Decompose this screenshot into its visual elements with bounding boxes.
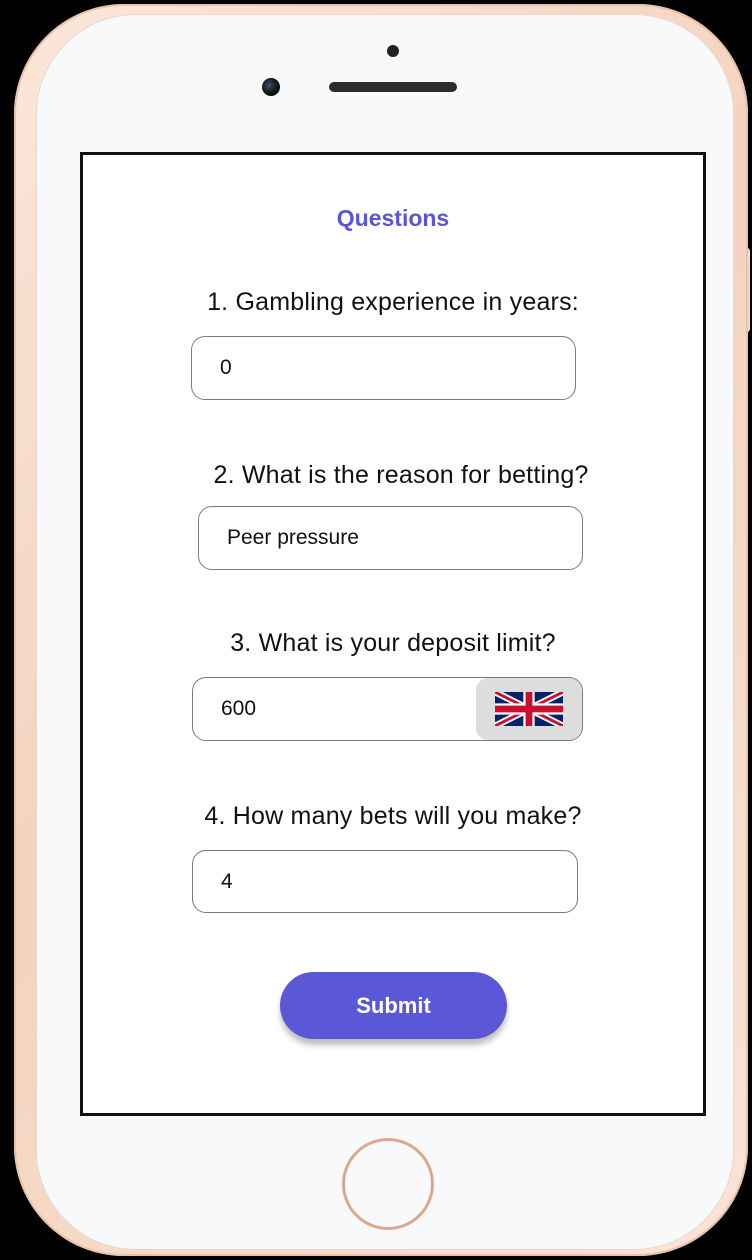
question-3-label: 3. What is your deposit limit? [230,629,556,657]
question-4-label: 4. How many bets will you make? [204,802,582,830]
experience-years-input[interactable] [191,336,576,400]
earpiece-speaker [329,82,457,92]
phone-screen: Questions 1. Gambling experience in year… [80,152,706,1116]
currency-selector-button[interactable] [476,678,582,740]
proximity-sensor [387,45,399,57]
question-1-label: 1. Gambling experience in years: [207,288,579,316]
front-camera-icon [262,78,280,96]
deposit-limit-group [192,677,583,741]
home-button[interactable] [342,1138,434,1230]
deposit-limit-input[interactable] [193,678,478,740]
page-title: Questions [336,205,450,231]
submit-button[interactable]: Submit [280,972,507,1039]
stage: Questions 1. Gambling experience in year… [0,0,752,1260]
betting-reason-input[interactable] [198,506,583,570]
question-2-label: 2. What is the reason for betting? [213,461,589,489]
uk-flag-icon [495,692,563,726]
bets-count-input[interactable] [192,850,578,913]
